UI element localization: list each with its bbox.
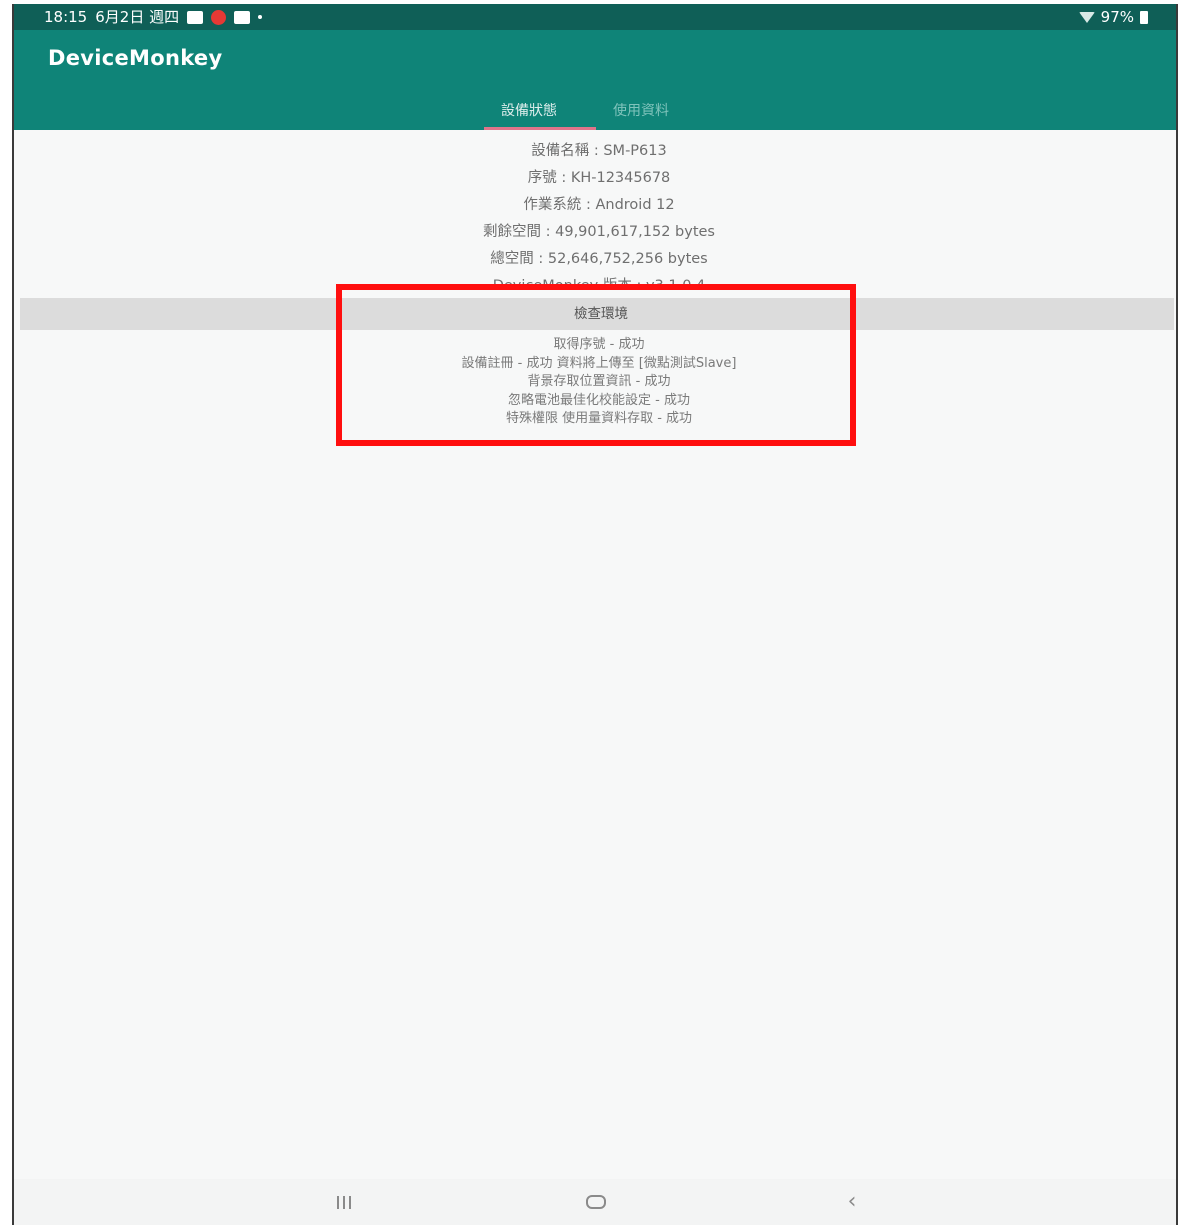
tab-usage-data[interactable]: 使用資料 (613, 100, 669, 120)
status-time: 18:15 (44, 8, 88, 26)
device-screen: 18:15 6月2日 週四 97% DeviceMonkey 設備狀態 使用資料… (12, 4, 1178, 1225)
battery-percent: 97% (1100, 8, 1134, 26)
tab-device-status[interactable]: 設備狀態 (501, 100, 557, 120)
app-title: DeviceMonkey (48, 46, 223, 70)
device-name-line: 設備名稱 : SM-P613 (531, 143, 667, 159)
status-bar: 18:15 6月2日 週四 97% (14, 4, 1176, 30)
back-button[interactable]: ‹ (822, 1179, 882, 1225)
navigation-bar: ‹ (14, 1179, 1176, 1225)
wifi-icon (1078, 11, 1095, 23)
tab-bar: 設備狀態 使用資料 (14, 94, 1176, 130)
total-space-line: 總空間 : 52,646,752,256 bytes (490, 251, 708, 267)
os-line: 作業系統 : Android 12 (523, 197, 675, 213)
recent-apps-icon (337, 1195, 351, 1209)
status-date: 6月2日 週四 (95, 8, 180, 26)
tab-indicator (484, 127, 596, 130)
status-left: 18:15 6月2日 週四 (44, 4, 263, 30)
serial-line: 序號 : KH-12345678 (527, 170, 671, 186)
battery-icon (1140, 10, 1148, 24)
back-icon: ‹ (847, 1189, 857, 1214)
dot-icon (258, 15, 263, 19)
gallery-icon (187, 10, 204, 24)
briefcase-icon (234, 10, 251, 24)
recent-apps-button[interactable] (314, 1179, 374, 1225)
free-space-line: 剩餘空間 : 49,901,617,152 bytes (483, 224, 715, 240)
notification-badge-icon (211, 9, 227, 25)
device-info: 設備名稱 : SM-P613 序號 : KH-12345678 作業系統 : A… (14, 138, 1176, 287)
home-button[interactable] (566, 1179, 626, 1225)
highlight-box (336, 284, 856, 446)
home-icon (586, 1195, 606, 1209)
status-right: 97% (1078, 4, 1148, 30)
app-bar: DeviceMonkey 設備狀態 使用資料 (14, 30, 1176, 130)
